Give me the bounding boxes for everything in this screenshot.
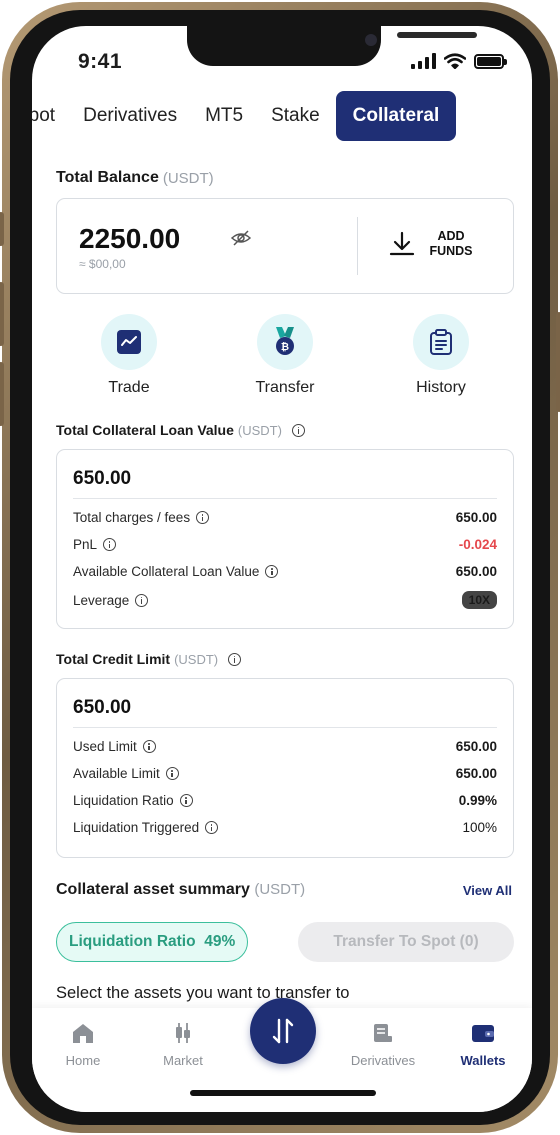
trade-action[interactable]: Trade xyxy=(74,314,184,397)
wifi-icon xyxy=(444,53,466,69)
wallet-icon xyxy=(472,1025,494,1042)
volume-up-button xyxy=(0,282,4,346)
clipboard-icon xyxy=(430,329,452,355)
bottom-nav: Home Market Derivatives Wallets xyxy=(32,998,532,1112)
wallet-tabs: Spot Derivatives MT5 Stake Collateral xyxy=(32,90,532,142)
collateral-loan-title: Total Collateral Loan Value (USDT) xyxy=(56,422,305,438)
tab-stake[interactable]: Stake xyxy=(257,105,334,127)
leverage-badge: 10X xyxy=(461,591,497,609)
history-label: History xyxy=(416,379,466,396)
pnl-value: -0.024 xyxy=(458,537,497,552)
trade-label: Trade xyxy=(108,379,150,396)
credit-limit-card: 650.00 Used Limit 650.00 Available Limit… xyxy=(56,678,514,858)
total-balance-title: Total Balance (USDT) xyxy=(56,169,214,187)
power-button xyxy=(556,312,560,412)
list-item: Total charges / fees 650.00 xyxy=(73,510,497,525)
app-screen: 9:41 Spot Derivatives MT5 Stake Collater… xyxy=(32,26,532,1112)
info-icon[interactable] xyxy=(291,423,305,437)
signal-icon xyxy=(411,53,436,69)
add-funds-button[interactable]: ADD FUNDS xyxy=(389,229,475,259)
home-indicator xyxy=(190,1090,376,1096)
info-icon[interactable] xyxy=(103,538,117,551)
list-item: Available Collateral Loan Value 650.00 xyxy=(73,564,497,579)
nav-derivatives[interactable]: Derivatives xyxy=(338,1022,428,1068)
status-icons xyxy=(411,53,507,69)
list-item: PnL -0.024 xyxy=(73,537,497,552)
phone-frame: 9:41 Spot Derivatives MT5 Stake Collater… xyxy=(0,2,560,1133)
tab-spot[interactable]: Spot xyxy=(32,105,69,127)
transfer-label: Transfer xyxy=(255,379,315,396)
tab-mt5[interactable]: MT5 xyxy=(191,105,257,127)
info-icon[interactable] xyxy=(165,767,179,780)
volume-down-button xyxy=(0,362,4,426)
battery-icon xyxy=(474,54,507,69)
nav-home[interactable]: Home xyxy=(38,1022,128,1068)
balance-approx: ≈ $00,00 xyxy=(79,257,126,271)
nav-wallets[interactable]: Wallets xyxy=(438,1022,528,1068)
add-funds-label: ADD FUNDS xyxy=(429,229,473,258)
history-action[interactable]: History xyxy=(386,314,496,397)
list-item: Used Limit 650.00 xyxy=(73,739,497,754)
home-icon xyxy=(73,1024,93,1043)
list-item: Liquidation Triggered 100% xyxy=(73,820,497,835)
speaker xyxy=(397,32,477,38)
info-icon[interactable] xyxy=(135,593,149,607)
transfer-to-spot-button[interactable]: Transfer To Spot (0) xyxy=(298,922,514,962)
tab-derivatives[interactable]: Derivatives xyxy=(69,105,191,127)
trade-fab-button[interactable] xyxy=(250,998,316,1064)
status-time: 9:41 xyxy=(78,50,123,73)
list-item: Leverage 10X xyxy=(73,591,497,609)
swap-arrows-icon xyxy=(272,1018,294,1044)
medal-icon: ₿ xyxy=(276,327,294,355)
credit-limit-value: 650.00 xyxy=(73,697,132,718)
view-all-link[interactable]: View All xyxy=(463,883,512,898)
list-item: Liquidation Ratio 0.99% xyxy=(73,793,497,808)
nav-market[interactable]: Market xyxy=(138,1022,228,1068)
collateral-loan-card: 650.00 Total charges / fees 650.00 PnL -… xyxy=(56,449,514,629)
liquidation-ratio-value: 49% xyxy=(204,933,236,950)
camera-icon xyxy=(365,34,377,46)
balance-divider xyxy=(357,217,358,275)
info-icon[interactable] xyxy=(196,511,210,524)
select-assets-text: Select the assets you want to transfer t… xyxy=(56,984,350,1002)
info-icon[interactable] xyxy=(228,652,242,666)
mute-switch xyxy=(0,212,4,246)
quick-actions: Trade ₿ Transfer History xyxy=(56,314,514,404)
tab-collateral[interactable]: Collateral xyxy=(335,91,457,141)
liquidation-ratio-pill: Liquidation Ratio 49% xyxy=(56,922,249,962)
info-icon[interactable] xyxy=(142,740,156,753)
collateral-loan-value: 650.00 xyxy=(73,468,132,489)
chart-icon xyxy=(117,330,141,354)
info-icon[interactable] xyxy=(205,821,219,834)
candlestick-icon xyxy=(176,1023,190,1043)
notch xyxy=(187,26,477,66)
balance-amount: 2250.00 xyxy=(79,223,181,254)
info-icon[interactable] xyxy=(179,794,193,807)
balance-card: 2250.00 ≈ $00,00 ADD FUNDS xyxy=(56,198,514,294)
svg-text:₿: ₿ xyxy=(281,341,289,353)
document-icon xyxy=(374,1024,392,1042)
eye-slash-icon[interactable] xyxy=(231,229,251,247)
info-icon[interactable] xyxy=(265,565,279,578)
download-icon xyxy=(389,231,415,256)
transfer-action[interactable]: ₿ Transfer xyxy=(230,314,340,397)
credit-limit-title: Total Credit Limit (USDT) xyxy=(56,651,242,667)
list-item: Available Limit 650.00 xyxy=(73,766,497,781)
asset-summary-title: Collateral asset summary (USDT) xyxy=(56,881,306,898)
